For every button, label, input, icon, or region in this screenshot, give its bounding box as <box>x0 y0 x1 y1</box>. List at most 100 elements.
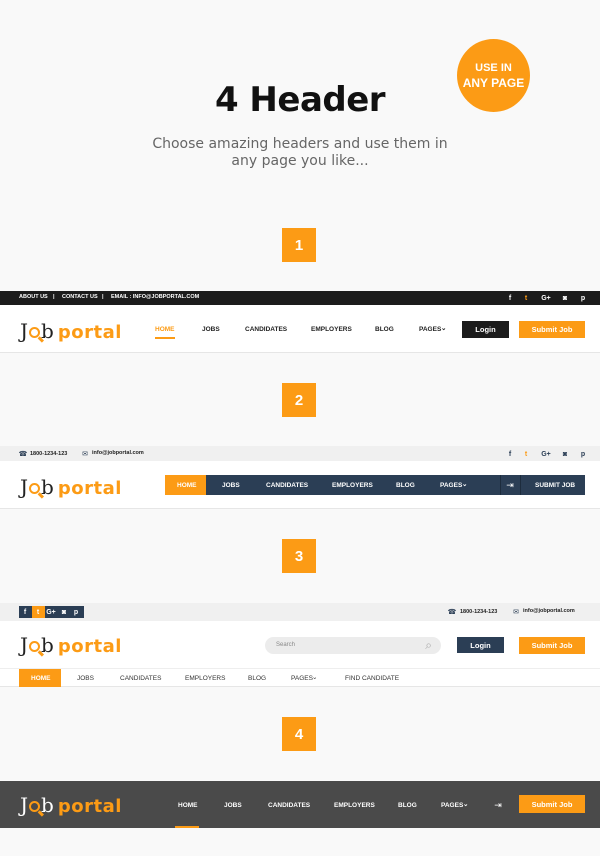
magnifier-icon <box>29 483 41 494</box>
nav-jobs[interactable]: JOBS <box>77 675 94 682</box>
nav-jobs[interactable]: JOBS <box>202 326 220 333</box>
nav-home[interactable]: HOME <box>177 482 197 489</box>
google-plus-icon[interactable]: G+ <box>540 449 552 459</box>
nav-candidates[interactable]: CANDIDATES <box>266 482 308 489</box>
facebook-icon[interactable]: f <box>505 449 515 459</box>
separator: | <box>53 294 55 300</box>
login-icon[interactable]: ⇥ <box>493 800 503 810</box>
chevron-down-icon: ⌄ <box>463 801 469 808</box>
pinterest-icon[interactable]: p <box>578 449 588 459</box>
logo-portal: portal <box>57 796 122 817</box>
logo-b: b <box>41 475 54 499</box>
login-icon[interactable]: ⇥ <box>505 480 515 490</box>
nav-blog[interactable]: BLOG <box>248 675 266 682</box>
divider <box>520 475 521 495</box>
active-underline <box>175 826 199 828</box>
use-in-any-page-badge: USE IN ANY PAGE <box>457 39 530 112</box>
header4-main: Jb portal HOME JOBS CANDIDATES EMPLOYERS … <box>0 781 600 828</box>
section-number-2: 2 <box>282 383 316 417</box>
nav-employers[interactable]: EMPLOYERS <box>334 802 375 809</box>
chevron-down-icon: ⌄ <box>462 481 468 488</box>
logo-j: J <box>20 475 29 499</box>
nav-employers[interactable]: EMPLOYERS <box>185 675 225 682</box>
phone-number: 1800-1234-123 <box>460 609 498 615</box>
instagram-icon[interactable]: ◙ <box>560 293 570 303</box>
header3-navbar: HOME JOBS CANDIDATES EMPLOYERS BLOG PAGE… <box>0 668 600 687</box>
instagram-icon[interactable]: ◙ <box>560 449 570 459</box>
login-button[interactable]: Login <box>462 321 509 338</box>
pinterest-icon[interactable]: p <box>71 607 81 617</box>
divider <box>500 475 501 495</box>
google-plus-icon[interactable]: G+ <box>540 293 552 303</box>
contact-us-link[interactable]: CONTACT US <box>62 294 98 300</box>
header2-navbar: HOME JOBS CANDIDATES EMPLOYERS BLOG PAGE… <box>165 475 585 495</box>
header2-topbar: ☎ 1800-1234-123 ✉ info@jobportal.com f t… <box>0 446 600 461</box>
logo[interactable]: Jb portal <box>20 793 122 817</box>
facebook-icon[interactable]: f <box>20 607 30 617</box>
submit-job-button[interactable]: Submit Job <box>519 321 585 338</box>
twitter-icon[interactable]: t <box>521 293 531 303</box>
magnifier-icon <box>29 801 41 812</box>
magnifier-icon <box>29 327 41 338</box>
nav-pages[interactable]: PAGES <box>440 482 462 489</box>
section-number-4: 4 <box>282 717 316 751</box>
nav-candidates[interactable]: CANDIDATES <box>120 675 161 682</box>
logo-j: J <box>20 793 29 817</box>
phone-number: 1800-1234-123 <box>30 451 68 457</box>
submit-job-button[interactable]: Submit Job <box>519 637 585 654</box>
badge-line-1: USE IN <box>475 61 512 74</box>
mail-icon: ✉ <box>82 451 88 458</box>
logo[interactable]: Jb portal <box>20 633 122 657</box>
logo[interactable]: Jb portal <box>20 475 122 499</box>
logo-b: b <box>41 319 54 343</box>
nav-home[interactable]: HOME <box>31 675 51 682</box>
email-address[interactable]: info@jobportal.com <box>92 450 144 456</box>
header1-topbar: ABOUT US | CONTACT US | EMAIL : INFO@JOB… <box>0 291 600 305</box>
logo-j: J <box>20 633 29 657</box>
email-address[interactable]: info@jobportal.com <box>523 608 575 614</box>
nav-employers[interactable]: EMPLOYERS <box>332 482 373 489</box>
submit-job-link[interactable]: SUBMIT JOB <box>535 482 575 489</box>
separator: | <box>102 294 104 300</box>
facebook-icon[interactable]: f <box>505 293 515 303</box>
logo[interactable]: Jb portal <box>20 319 122 343</box>
nav-blog[interactable]: BLOG <box>398 802 417 809</box>
nav-jobs[interactable]: JOBS <box>222 482 240 489</box>
active-underline <box>155 337 175 339</box>
magnifier-icon <box>29 641 41 652</box>
nav-pages[interactable]: PAGES <box>291 675 313 682</box>
header1-main: Jb portal HOME JOBS CANDIDATES EMPLOYERS … <box>0 305 600 353</box>
logo-portal: portal <box>57 478 122 499</box>
nav-jobs[interactable]: JOBS <box>224 802 242 809</box>
twitter-icon[interactable]: t <box>521 449 531 459</box>
nav-candidates[interactable]: CANDIDATES <box>268 802 310 809</box>
nav-pages[interactable]: PAGES <box>419 326 441 333</box>
logo-portal: portal <box>57 636 122 657</box>
search-placeholder: Search <box>276 642 296 648</box>
google-plus-icon[interactable]: G+ <box>45 607 57 617</box>
logo-b: b <box>41 633 54 657</box>
login-button[interactable]: Login <box>457 637 504 653</box>
nav-candidates[interactable]: CANDIDATES <box>245 326 287 333</box>
pinterest-icon[interactable]: p <box>578 293 588 303</box>
chevron-down-icon: ⌄ <box>312 674 318 681</box>
twitter-icon[interactable]: t <box>33 607 43 617</box>
nav-home[interactable]: HOME <box>178 802 198 809</box>
nav-home[interactable]: HOME <box>155 326 175 333</box>
nav-pages[interactable]: PAGES <box>441 802 463 809</box>
nav-find-candidate[interactable]: FIND CANDIDATE <box>345 675 399 682</box>
search-icon[interactable]: ⌕ <box>425 638 432 653</box>
page-subtitle: Choose amazing headers and use them in a… <box>152 136 448 169</box>
chevron-down-icon: ⌄ <box>441 325 447 332</box>
nav-blog[interactable]: BLOG <box>396 482 415 489</box>
submit-job-button[interactable]: Submit Job <box>519 795 585 813</box>
email-link[interactable]: EMAIL : INFO@JOBPORTAL.COM <box>111 294 199 300</box>
header3-main: Jb portal Search ⌕ Login Submit Job <box>0 621 600 668</box>
instagram-icon[interactable]: ◙ <box>59 607 69 617</box>
about-us-link[interactable]: ABOUT US <box>19 294 48 300</box>
nav-employers[interactable]: EMPLOYERS <box>311 326 352 333</box>
logo-b: b <box>41 793 54 817</box>
header3-topbar: f t G+ ◙ p ☎ 1800-1234-123 ✉ info@jobpor… <box>0 603 600 621</box>
search-input[interactable]: Search ⌕ <box>265 637 441 654</box>
nav-blog[interactable]: BLOG <box>375 326 394 333</box>
